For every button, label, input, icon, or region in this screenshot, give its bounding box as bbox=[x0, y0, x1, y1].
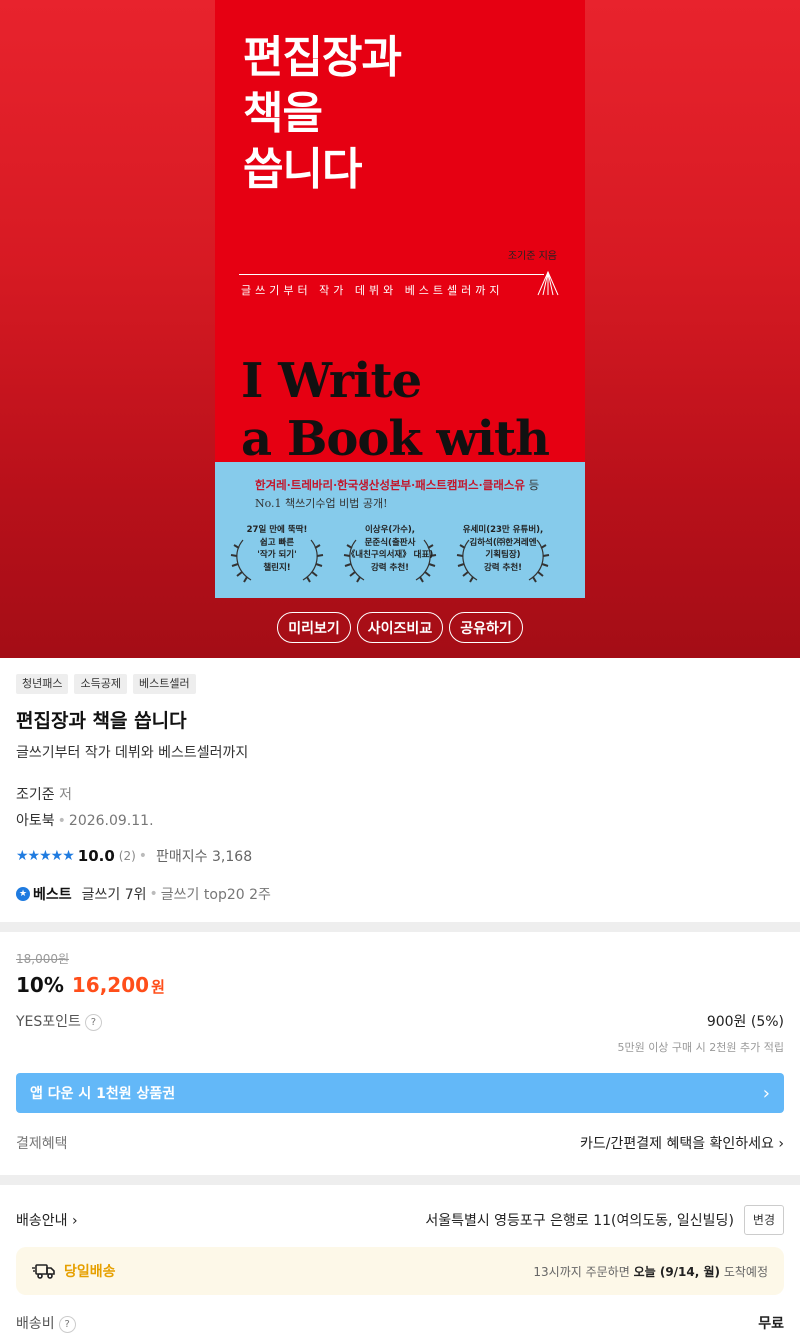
cover-promo-band: 한겨레·트레바리·한국생산성본부·패스트캠퍼스·클래스유 등 No.1 책쓰기수… bbox=[215, 462, 585, 598]
same-day-label-group: 당일배송 bbox=[32, 1261, 116, 1281]
book-title: 편집장과 책을 씁니다 bbox=[16, 710, 187, 732]
preview-button[interactable]: 미리보기 bbox=[277, 612, 351, 643]
dot-separator: • bbox=[57, 813, 66, 829]
star-rating-icon: ★★★★★ bbox=[16, 848, 75, 864]
points-row: YES포인트? 900원 (5%) bbox=[16, 1011, 784, 1031]
dot-separator: • bbox=[149, 886, 158, 902]
best-label: 베스트 bbox=[33, 887, 72, 903]
publisher-line: 아토북 • 2026.09.11. bbox=[16, 810, 784, 830]
tag-list: 청년패스 소득공제 베스트셀러 bbox=[16, 674, 784, 694]
coupon-label: 앱 다운 시 1천원 상품권 bbox=[30, 1086, 176, 1102]
author-line: 조기준 저 bbox=[16, 784, 784, 804]
section-divider bbox=[0, 922, 800, 932]
shipping-address: 서울특별시 영등포구 은행로 11(여의도동, 일신빌딩) bbox=[425, 1213, 734, 1229]
shipping-fee-value: 무료 bbox=[758, 1316, 784, 1332]
points-value: 900원 (5%) bbox=[706, 1014, 784, 1030]
size-compare-button[interactable]: 사이즈비교 bbox=[356, 612, 444, 643]
payment-benefit-label: 결제혜택 bbox=[16, 1136, 68, 1152]
same-day-delivery-box: 당일배송 13시까지 주문하면 오늘 (9/14, 월) 도착예정 bbox=[16, 1247, 784, 1295]
shipping-fee-label: 배송비 bbox=[16, 1316, 55, 1332]
section-divider bbox=[0, 1175, 800, 1185]
shipping-address-group: 서울특별시 영등포구 은행로 11(여의도동, 일신빌딩) 변경 bbox=[425, 1205, 784, 1235]
author-link[interactable]: 조기준 bbox=[16, 787, 55, 803]
cover-logo-mark bbox=[537, 270, 559, 296]
same-day-label: 당일배송 bbox=[64, 1264, 116, 1280]
best-badge-icon: ★ bbox=[16, 887, 30, 901]
question-icon[interactable]: ? bbox=[58, 1315, 76, 1333]
points-label: YES포인트 bbox=[16, 1014, 81, 1030]
shipping-info-link[interactable]: 배송안내 › bbox=[16, 1210, 78, 1230]
question-icon[interactable]: ? bbox=[84, 1013, 102, 1031]
tag-tax-deduction[interactable]: 소득공제 bbox=[74, 674, 127, 694]
laurel-badge-1: 27일 만에 뚝딱! 쉽고 빠른 '작가 되기' 챌린지! bbox=[229, 522, 325, 584]
points-note: 5만원 이상 구매 시 2천원 추가 적립 bbox=[617, 1041, 784, 1054]
app-coupon-banner[interactable]: 앱 다운 시 1천원 상품권 › bbox=[16, 1073, 784, 1113]
share-button[interactable]: 공유하기 bbox=[449, 612, 523, 643]
sale-price: 16,200 bbox=[71, 973, 150, 997]
laurel-badge-3: 유세미(23만 유튜버), 김하석(㈜한겨레엔 기획팀장) 강력 추천! bbox=[455, 522, 551, 584]
sales-index: 판매지수 3,168 bbox=[156, 849, 253, 865]
best-rank: 글쓰기 7위 bbox=[81, 887, 147, 903]
discount-rate: 10% bbox=[16, 973, 64, 997]
chevron-right-icon: › bbox=[778, 1136, 784, 1152]
publisher-link[interactable]: 아토북 bbox=[16, 813, 55, 829]
dot-separator: • bbox=[138, 848, 148, 864]
tag-bestseller[interactable]: 베스트셀러 bbox=[132, 674, 196, 694]
chevron-right-icon: › bbox=[762, 1082, 770, 1104]
shipping-fee-row: 배송비? 무료 bbox=[16, 1313, 784, 1333]
cover-subtitle: 글쓰기부터 작가 데뷔와 베스트셀러까지 bbox=[241, 284, 504, 297]
band-subline: No.1 책쓰기수업 비법 공개! bbox=[255, 497, 388, 510]
review-count: (2) bbox=[118, 849, 136, 863]
chevron-right-icon: › bbox=[71, 1213, 78, 1229]
cover-author: 조기준 지음 bbox=[507, 251, 557, 262]
price-section: 18,000원 10% 16,200 원 YES포인트? 900원 (5%) 5… bbox=[0, 932, 800, 1153]
cover-title: 편집장과 책을 씁니다 bbox=[243, 32, 402, 195]
shipping-section: 배송안내 › 서울특별시 영등포구 은행로 11(여의도동, 일신빌딩) 변경 … bbox=[0, 1205, 800, 1333]
best-extra: 글쓰기 top20 2주 bbox=[160, 887, 271, 903]
band-headline: 한겨레·트레바리·한국생산성본부·패스트캠퍼스·클래스유 등 bbox=[255, 478, 540, 492]
author-role: 저 bbox=[59, 787, 72, 803]
hero-section: 편집장과 책을 씁니다 조기준 지음 글쓰기부터 작가 데뷔와 베스트셀러까지 … bbox=[0, 0, 800, 658]
shipping-info-row: 배송안내 › 서울특별시 영등포구 은행로 11(여의도동, 일신빌딩) 변경 bbox=[16, 1205, 784, 1235]
sale-price-row: 10% 16,200 원 bbox=[16, 973, 784, 997]
payment-benefit-link[interactable]: 카드/간편결제 혜택을 확인하세요 › bbox=[580, 1133, 784, 1153]
delivery-truck-icon bbox=[32, 1264, 55, 1279]
currency-unit: 원 bbox=[151, 978, 165, 996]
payment-benefit-row: 결제혜택 카드/간편결제 혜택을 확인하세요 › bbox=[16, 1133, 784, 1153]
publish-date: 2026.09.11. bbox=[68, 813, 154, 829]
bestseller-row[interactable]: ★ 베스트 글쓰기 7위 • 글쓰기 top20 2주 bbox=[16, 884, 784, 904]
hero-action-buttons: 미리보기 사이즈비교 공유하기 bbox=[0, 612, 800, 643]
book-cover-image[interactable]: 편집장과 책을 씁니다 조기준 지음 글쓰기부터 작가 데뷔와 베스트셀러까지 … bbox=[215, 0, 585, 598]
rating-score: 10.0 bbox=[77, 847, 115, 865]
change-address-button[interactable]: 변경 bbox=[743, 1205, 784, 1235]
rating-row[interactable]: ★★★★★ 10.0 (2) • 판매지수 3,168 bbox=[16, 846, 784, 866]
cover-divider bbox=[239, 274, 544, 275]
cover-english-title: I Write a Book with bbox=[241, 353, 550, 467]
tag-youth-pass[interactable]: 청년패스 bbox=[16, 674, 69, 694]
book-info: 청년패스 소득공제 베스트셀러 편집장과 책을 씁니다 글쓰기부터 작가 데뷔와… bbox=[0, 658, 800, 904]
laurel-badge-2: 이상우(가수), 문준식(출판사 《내친구의서재》 대표) 강력 추천! bbox=[342, 522, 438, 584]
book-subtitle: 글쓰기부터 작가 데뷔와 베스트셀러까지 bbox=[16, 745, 249, 761]
original-price: 18,000원 bbox=[16, 952, 70, 966]
same-day-eta: 13시까지 주문하면 오늘 (9/14, 월) 도착예정 bbox=[533, 1264, 768, 1279]
